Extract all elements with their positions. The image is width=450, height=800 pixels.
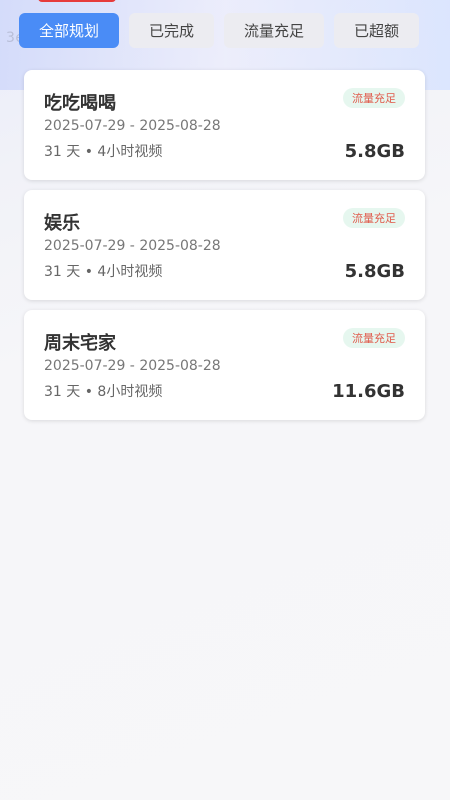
plan-date-range: 2025-07-29 - 2025-08-28 bbox=[44, 358, 221, 374]
tab-sufficient-data[interactable]: 流量充足 bbox=[224, 13, 325, 48]
plan-card[interactable]: 周末宅家 流量充足 2025-07-29 - 2025-08-28 31 天 •… bbox=[24, 310, 425, 420]
plan-title: 周末宅家 bbox=[44, 333, 116, 354]
tab-completed[interactable]: 已完成 bbox=[129, 13, 215, 48]
status-badge: 流量充足 bbox=[343, 328, 405, 348]
status-badge: 流量充足 bbox=[343, 208, 405, 228]
tab-all-plans[interactable]: 全部规划 bbox=[19, 13, 120, 48]
plan-summary: 31 天 • 4小时视频 bbox=[44, 144, 163, 160]
plan-data-size: 11.6GB bbox=[332, 381, 405, 402]
plan-card[interactable]: 娱乐 流量充足 2025-07-29 - 2025-08-28 31 天 • 4… bbox=[24, 190, 425, 300]
status-indicator bbox=[38, 0, 116, 2]
plan-data-size: 5.8GB bbox=[344, 261, 405, 282]
plan-date-range: 2025-07-29 - 2025-08-28 bbox=[44, 118, 221, 134]
plan-data-size: 5.8GB bbox=[344, 141, 405, 162]
plan-title: 娱乐 bbox=[44, 213, 80, 234]
plan-summary: 31 天 • 4小时视频 bbox=[44, 264, 163, 280]
filter-tabs: 全部规划 已完成 流量充足 已超额 bbox=[19, 13, 431, 48]
plan-date-range: 2025-07-29 - 2025-08-28 bbox=[44, 238, 221, 254]
plan-summary: 31 天 • 8小时视频 bbox=[44, 384, 163, 400]
tab-over-limit[interactable]: 已超额 bbox=[334, 13, 420, 48]
plan-list: 吃吃喝喝 流量充足 2025-07-29 - 2025-08-28 31 天 •… bbox=[24, 70, 425, 430]
plan-title: 吃吃喝喝 bbox=[44, 93, 116, 114]
status-badge: 流量充足 bbox=[343, 88, 405, 108]
plan-card[interactable]: 吃吃喝喝 流量充足 2025-07-29 - 2025-08-28 31 天 •… bbox=[24, 70, 425, 180]
